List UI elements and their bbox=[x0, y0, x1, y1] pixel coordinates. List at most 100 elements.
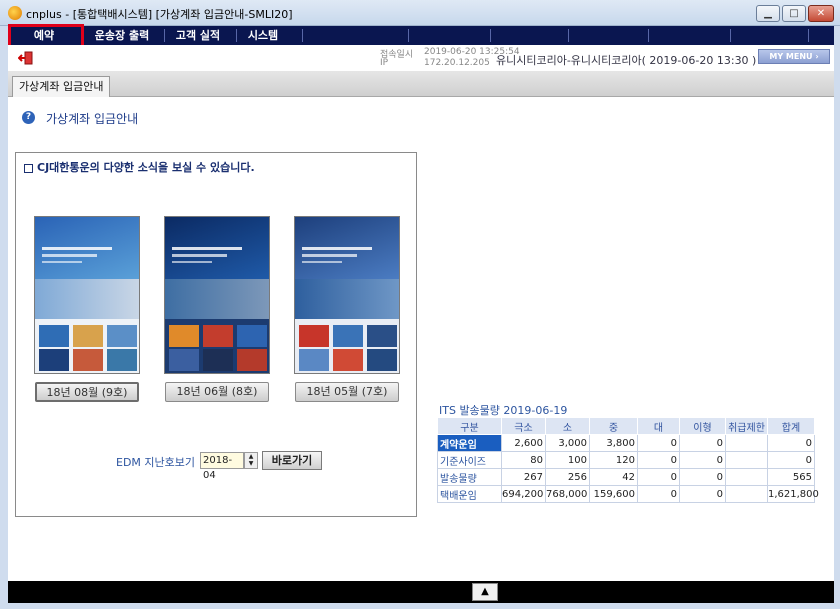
table-row[interactable]: 계약운임 2,600 3,000 3,800 0 0 0 bbox=[437, 434, 815, 452]
table-row[interactable]: 기준사이즈 80 100 120 0 0 0 bbox=[437, 451, 815, 469]
column-header: 소 bbox=[545, 417, 590, 435]
edm-label: EDM 지난호보기 bbox=[116, 456, 196, 469]
close-button[interactable]: ✕ bbox=[808, 5, 834, 22]
edm-spinner[interactable]: ▲ ▼ bbox=[244, 452, 258, 469]
its-table: 구분 극소 소 중 대 이형 취급제한 합계 계약운임 2,600 3,000 … bbox=[437, 417, 819, 503]
cover-text-line bbox=[172, 261, 212, 263]
window-title: cnplus - [통합택배시스템] [가상계좌 입금안내-SMLI20] bbox=[26, 8, 293, 21]
maximize-button[interactable]: □ bbox=[782, 5, 806, 22]
cover-tile bbox=[237, 325, 267, 347]
table-cell: 0 bbox=[767, 451, 815, 469]
edm-archive-row: EDM 지난호보기 2018-04 ▲ ▼ 바로가기 bbox=[116, 451, 416, 481]
newsletter-cover-9[interactable] bbox=[34, 216, 140, 374]
status-bar: ▲ bbox=[8, 581, 834, 603]
menu-separator bbox=[490, 29, 491, 42]
cover-tile bbox=[39, 325, 69, 347]
table-cell: 0 bbox=[679, 485, 726, 503]
table-row[interactable]: 택배운임 694,200 768,000 159,600 0 0 1,621,8… bbox=[437, 485, 819, 503]
cover-text-line bbox=[42, 254, 97, 257]
issue-button-9[interactable]: 18년 08월 (9호) bbox=[35, 382, 139, 402]
menu-separator bbox=[568, 29, 569, 42]
exit-icon[interactable] bbox=[18, 51, 34, 65]
table-cell: 1,621,800 bbox=[767, 485, 819, 503]
cover-text-line bbox=[302, 254, 357, 257]
table-cell: 159,600 bbox=[589, 485, 638, 503]
minimize-button[interactable]: ▁ bbox=[756, 5, 780, 22]
newsletter-cover-8[interactable] bbox=[164, 216, 270, 374]
my-menu-button[interactable]: MY MENU › bbox=[758, 49, 830, 64]
menu-separator bbox=[164, 29, 165, 42]
cover-tile bbox=[107, 349, 137, 371]
menu-separator bbox=[236, 29, 237, 42]
window-frame-left bbox=[0, 26, 8, 609]
column-header: 극소 bbox=[501, 417, 546, 435]
cover-tile bbox=[73, 349, 103, 371]
menu-separator bbox=[808, 29, 809, 42]
expand-arrow-button[interactable]: ▲ bbox=[472, 583, 498, 601]
table-cell: 0 bbox=[767, 434, 815, 452]
menu-separator bbox=[730, 29, 731, 42]
table-cell: 694,200 bbox=[501, 485, 546, 503]
ip-value: 172.20.12.205 bbox=[424, 58, 490, 68]
table-cell: 256 bbox=[545, 468, 590, 486]
table-cell: 80 bbox=[501, 451, 546, 469]
issue-button-8[interactable]: 18년 06월 (8호) bbox=[165, 382, 269, 402]
cover-text-line bbox=[172, 247, 242, 250]
news-header: CJ대한통운의 다양한 소식을 보실 수 있습니다. bbox=[24, 159, 255, 175]
table-cell: 0 bbox=[637, 451, 680, 469]
table-cell: 565 bbox=[767, 468, 815, 486]
page-title: 가상계좌 입금안내 bbox=[46, 112, 139, 126]
ip-label: IP bbox=[380, 58, 389, 68]
news-panel: CJ대한통운의 다양한 소식을 보실 수 있습니다. 18년 08월 (9호) … bbox=[15, 152, 417, 517]
cover-image bbox=[165, 279, 269, 319]
cover-tile bbox=[333, 325, 363, 347]
cover-tile bbox=[237, 349, 267, 371]
table-cell bbox=[725, 434, 768, 452]
issue-button-7[interactable]: 18년 05월 (7호) bbox=[295, 382, 399, 402]
table-cell: 0 bbox=[637, 468, 680, 486]
menu-item-waybill-print[interactable]: 운송장 출력 bbox=[84, 26, 160, 45]
cover-tile bbox=[203, 325, 233, 347]
news-header-text: 대한통운의 다양한 소식을 보실 수 있습니다. bbox=[49, 161, 255, 174]
table-cell bbox=[725, 468, 768, 486]
table-cell: 0 bbox=[679, 434, 726, 452]
cover-image bbox=[295, 279, 399, 319]
edm-go-button[interactable]: 바로가기 bbox=[262, 451, 322, 470]
table-cell bbox=[725, 451, 768, 469]
cover-tile bbox=[367, 325, 397, 347]
help-icon: ? bbox=[22, 111, 35, 124]
cover-tile bbox=[169, 349, 199, 371]
cover-text-line bbox=[302, 261, 342, 263]
company-info: 유니시티코리아-유니시티코리아( 2019-06-20 13:30 ) bbox=[496, 54, 757, 67]
cover-tile bbox=[299, 325, 329, 347]
table-cell: 0 bbox=[679, 451, 726, 469]
column-header: 대 bbox=[637, 417, 680, 435]
app-icon bbox=[8, 6, 22, 20]
menu-separator bbox=[408, 29, 409, 42]
table-row[interactable]: 발송물량 267 256 42 0 0 565 bbox=[437, 468, 815, 486]
table-cell: 0 bbox=[679, 468, 726, 486]
menu-item-system[interactable]: 시스템 bbox=[238, 26, 288, 45]
table-header-row: 구분 극소 소 중 대 이형 취급제한 합계 bbox=[437, 417, 815, 435]
table-cell: 2,600 bbox=[501, 434, 546, 452]
column-header: 합계 bbox=[767, 417, 815, 435]
column-header: 이형 bbox=[679, 417, 726, 435]
table-cell: 택배운임 bbox=[437, 485, 502, 503]
window-frame-bottom bbox=[0, 603, 840, 609]
table-cell: 3,800 bbox=[589, 434, 638, 452]
menu-item-customer-results[interactable]: 고객 실적 bbox=[166, 26, 230, 45]
table-cell: 768,000 bbox=[545, 485, 590, 503]
newsletter-cover-7[interactable] bbox=[294, 216, 400, 374]
column-header: 취급제한 bbox=[725, 417, 768, 435]
cover-tile bbox=[203, 349, 233, 371]
main-menu-bar: 예약 운송장 출력 고객 실적 시스템 bbox=[8, 26, 834, 45]
table-cell: 42 bbox=[589, 468, 638, 486]
its-title: ITS 발송물량 2019-06-19 bbox=[439, 404, 568, 417]
cover-image bbox=[35, 279, 139, 319]
cover-text-line bbox=[302, 247, 372, 250]
edm-month-select[interactable]: 2018-04 bbox=[200, 452, 244, 481]
table-cell: 3,000 bbox=[545, 434, 590, 452]
column-header: 구분 bbox=[437, 417, 502, 435]
square-bullet-icon bbox=[24, 163, 33, 173]
tab-virtual-account[interactable]: 가상계좌 입금안내 bbox=[12, 76, 111, 97]
